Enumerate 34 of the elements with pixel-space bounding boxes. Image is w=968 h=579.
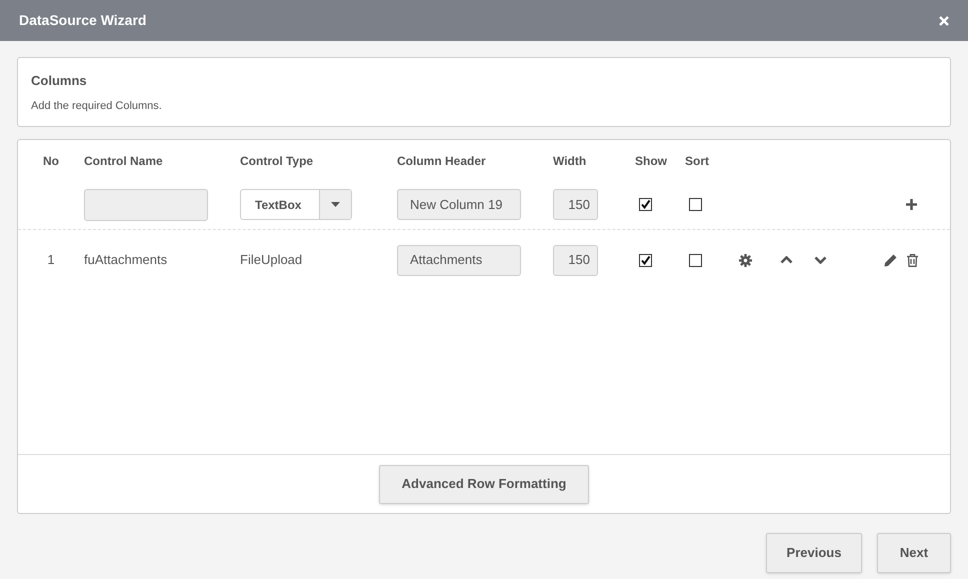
column-header: No (43, 153, 59, 170)
caret-icon (331, 202, 340, 207)
checkbox[interactable] (639, 254, 652, 266)
column-header: Sort (685, 153, 710, 170)
width-field[interactable]: 150 (553, 189, 598, 220)
next-button[interactable]: Next (877, 533, 951, 573)
control-name-field[interactable] (84, 188, 208, 220)
advanced-row-formatting-button[interactable]: Advanced Row Formatting (379, 464, 589, 504)
table-cell: fuAttachments (84, 252, 168, 268)
trash-icon[interactable] (907, 254, 918, 266)
column-header: Control Name (84, 153, 164, 170)
settings-icon[interactable] (739, 254, 752, 266)
checkbox[interactable] (689, 198, 702, 211)
pencil-icon[interactable] (884, 254, 897, 266)
row-number: 1 (47, 251, 55, 270)
column-header: Width (553, 153, 588, 170)
column-header: Control Type (240, 153, 314, 170)
column-header: Show (635, 153, 668, 170)
table-cell: FileUpload (240, 252, 302, 268)
previous-button[interactable]: Previous (766, 533, 862, 573)
column-header-field[interactable]: New Column 19 (397, 189, 521, 220)
close-icon[interactable] (939, 16, 949, 26)
control-type-dropdown[interactable]: TextBox (240, 189, 352, 220)
section-description: Add the required Columns. (31, 98, 163, 114)
section-title: Columns (31, 72, 88, 90)
chevron-down-icon[interactable] (814, 256, 827, 264)
chevron-up-icon[interactable] (780, 256, 793, 264)
column-header: Column Header (397, 153, 487, 170)
add-icon[interactable] (906, 199, 917, 210)
width-field[interactable]: 150 (553, 244, 598, 276)
checkbox[interactable] (639, 198, 652, 211)
column-header-field[interactable]: Attachments (397, 244, 521, 276)
checkbox[interactable] (689, 254, 702, 266)
window-title: DataSource Wizard (19, 11, 146, 30)
